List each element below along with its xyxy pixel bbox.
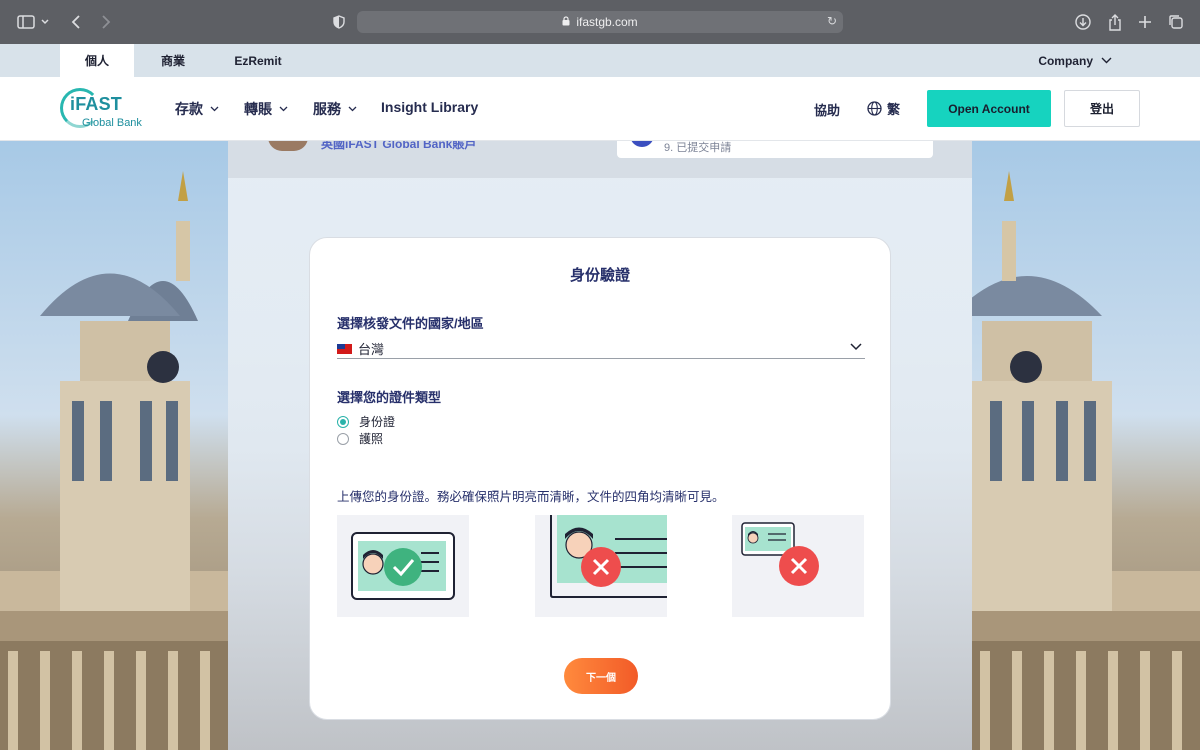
globe-icon [867, 101, 882, 116]
nav-label: 服務 [313, 101, 341, 117]
company-label: Company [1038, 53, 1093, 68]
id-card-cropped-icon [550, 515, 667, 598]
main-navigation: iFAST Global Bank 存款 轉賬 服務 Insight Libra… [0, 77, 1200, 141]
upload-instruction: 上傳您的身份證。務必確保照片明亮而清晰，文件的四角均清晰可見。 [337, 490, 725, 504]
lock-icon [562, 15, 570, 29]
radio-button[interactable] [337, 415, 349, 428]
chevron-down-icon [279, 106, 288, 112]
nav-item-services[interactable]: 服務 [313, 99, 357, 119]
radio-option-id-card[interactable]: 身份證 [337, 413, 395, 430]
form-title: 身份驗證 [569, 267, 630, 284]
segment-tab-ezremit[interactable]: EzRemit [220, 44, 296, 77]
id-card-too-small-icon [741, 522, 819, 586]
back-icon[interactable] [66, 12, 86, 32]
download-icon[interactable] [1073, 12, 1093, 32]
chevron-down-icon [348, 106, 357, 112]
sidebar-toggle-icon[interactable] [16, 12, 36, 32]
radio-option-passport[interactable]: 護照 [337, 430, 383, 447]
language-label: 繁 [887, 102, 901, 117]
radio-label: 護照 [359, 432, 384, 446]
logout-button[interactable]: 登出 [1064, 90, 1140, 127]
browser-toolbar: ifastgb.com ↻ [0, 0, 1200, 44]
logo-subtitle: Global Bank [82, 117, 142, 129]
nav-label: 存款 [175, 101, 203, 117]
taiwan-flag-icon [337, 343, 352, 354]
progress-step-text: 9. 已提交申請 [664, 142, 732, 154]
chevron-down-icon [850, 343, 862, 351]
url-text: ifastgb.com [576, 15, 638, 29]
nav-label: 轉賬 [244, 101, 272, 117]
language-switch[interactable]: 繁 [867, 99, 900, 118]
example-cropped-photo [535, 515, 667, 617]
segment-tab-personal[interactable]: 個人 [60, 44, 134, 77]
example-too-small-photo [732, 515, 864, 617]
address-bar[interactable]: ifastgb.com ↻ [357, 11, 843, 33]
building-illustration-right [972, 171, 1200, 750]
chevron-down-icon[interactable] [38, 12, 52, 32]
account-type-text: 英國iFAST Global Bank賬戶 [321, 141, 477, 151]
reload-icon[interactable]: ↻ [827, 14, 837, 28]
nav-item-transfers[interactable]: 轉賬 [244, 99, 288, 119]
document-type-label: 選擇您的證件類型 [337, 390, 442, 405]
nav-item-deposits[interactable]: 存款 [175, 99, 219, 119]
building-illustration-left [0, 171, 228, 750]
country-label: 選擇核發文件的國家/地區 [337, 316, 484, 331]
radio-label: 身份證 [359, 415, 396, 429]
next-button[interactable]: 下一個 [564, 658, 638, 694]
nav-item-insight-library[interactable]: Insight Library [381, 99, 478, 115]
country-select[interactable]: 台灣 [337, 339, 865, 359]
new-tab-icon[interactable] [1135, 12, 1155, 32]
background-photo-left [0, 141, 228, 750]
company-menu[interactable]: Company [1038, 44, 1112, 77]
radio-button[interactable] [337, 432, 349, 445]
example-correct-photo [337, 515, 469, 617]
chevron-down-icon [1101, 57, 1112, 64]
share-icon[interactable] [1105, 12, 1125, 32]
open-account-button[interactable]: Open Account [927, 90, 1051, 127]
chevron-down-icon [210, 106, 219, 112]
ifast-logo[interactable]: iFAST Global Bank [58, 88, 158, 132]
identity-verification-card: 身份驗證 選擇核發文件的國家/地區 台灣 選擇您的證件類型 身份證 護照 上傳您… [309, 237, 891, 720]
logo-name: iFAST [70, 94, 123, 114]
background-photo-right [972, 141, 1200, 750]
id-card-correct-icon [351, 532, 455, 600]
segment-tab-business[interactable]: 商業 [140, 44, 206, 77]
nav-label: Insight Library [381, 99, 479, 115]
help-link[interactable]: 協助 [814, 100, 840, 119]
country-value: 台灣 [358, 342, 385, 357]
forward-icon[interactable] [96, 12, 116, 32]
tab-overview-icon[interactable] [1166, 12, 1186, 32]
privacy-shield-icon[interactable] [329, 12, 349, 32]
segment-bar: 個人 商業 EzRemit Company [0, 44, 1200, 77]
